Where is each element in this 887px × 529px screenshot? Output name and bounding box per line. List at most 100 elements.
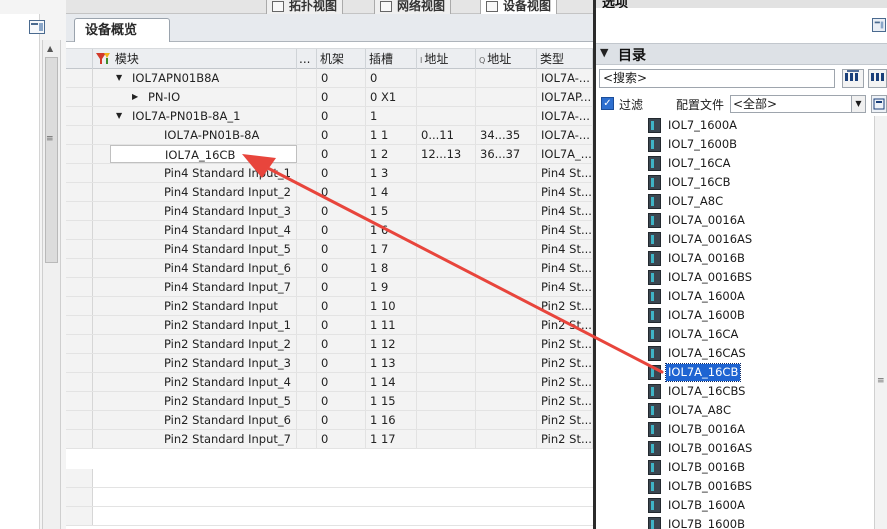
table-row[interactable]: IOL7A-PN01B-8A 0 1 1 0...11 34...35 IOL7A-... (66, 126, 593, 145)
catalog-options-button[interactable] (871, 95, 887, 113)
tree-collapsed-icon[interactable]: ▶ (132, 88, 138, 106)
table-row[interactable]: Pin2 Standard Input_7 0 1 17 Pin2 St... (66, 430, 593, 449)
table-row[interactable]: Pin2 Standard Input_5 0 1 15 Pin2 St... (66, 392, 593, 411)
table-row[interactable]: Pin2 Standard Input_1 0 1 11 Pin2 St... (66, 316, 593, 335)
filter-checkbox[interactable]: ✓ (601, 97, 614, 110)
tab-network-view[interactable]: 网络视图 (374, 0, 452, 14)
module-filter-icon[interactable] (95, 51, 111, 65)
catalog-item[interactable]: IOL7B_0016B (648, 458, 868, 477)
header-rack[interactable]: 机架 (317, 49, 366, 69)
network-icon (380, 1, 392, 12)
header-more[interactable]: ... (297, 49, 317, 69)
type-cell: Pin2 St... (537, 392, 593, 410)
module-name-cell[interactable]: Pin4 Standard Input_2 (110, 183, 297, 201)
module-name-cell[interactable]: IOL7A-PN01B-8A_1 (110, 107, 297, 125)
header-q-address[interactable]: Q 地址 (476, 49, 537, 69)
header-module[interactable]: 模块 (93, 49, 297, 69)
catalog-search-input[interactable]: <搜索> (599, 69, 835, 88)
catalog-vscroll[interactable]: ≡ (874, 116, 887, 529)
module-name-cell[interactable]: Pin4 Standard Input_3 (110, 202, 297, 220)
module-icon (648, 441, 661, 456)
catalog-item[interactable]: IOL7A_0016AS (648, 230, 868, 249)
catalog-item[interactable]: IOL7A_16CA (648, 325, 868, 344)
table-row[interactable]: IOL7A-PN01B-8A_1 ▼ 0 1 IOL7A-... (66, 107, 593, 126)
table-row[interactable]: Pin2 Standard Input_2 0 1 12 Pin2 St... (66, 335, 593, 354)
row-gutter (66, 354, 93, 372)
profile-select[interactable]: <全部> ▼ (730, 95, 866, 113)
table-row[interactable]: Pin4 Standard Input_1 0 1 3 Pin4 St... (66, 164, 593, 183)
catalog-item[interactable]: IOL7A_0016BS (648, 268, 868, 287)
device-overview-vscroll[interactable]: ▲ ≡ (42, 40, 61, 529)
module-name-cell[interactable]: Pin2 Standard Input_5 (110, 392, 297, 410)
module-name-cell[interactable]: Pin4 Standard Input_1 (110, 164, 297, 182)
module-name-cell[interactable]: Pin4 Standard Input_4 (110, 221, 297, 239)
catalog-item[interactable]: IOL7_16CB (648, 173, 868, 192)
search-down-button[interactable] (842, 69, 864, 88)
catalog-item[interactable]: IOL7A_A8C (648, 401, 868, 420)
module-name-cell[interactable]: Pin2 Standard Input_7 (110, 430, 297, 448)
scroll-thumb[interactable] (45, 57, 58, 263)
table-row[interactable]: PN-IO ▶ 0 0 X1 IOL7AP... (66, 88, 593, 107)
type-cell: IOL7A-... (537, 69, 593, 87)
catalog-item[interactable]: IOL7A_1600B (648, 306, 868, 325)
tab-device-view[interactable]: 设备视图 (480, 0, 558, 14)
tree-expanded-icon[interactable]: ▼ (116, 107, 122, 125)
table-row[interactable]: IOL7APN01B8A ▼ 0 0 IOL7A-... (66, 69, 593, 88)
table-row[interactable]: Pin2 Standard Input 0 1 10 Pin2 St... (66, 297, 593, 316)
module-name-cell[interactable]: Pin2 Standard Input_1 (110, 316, 297, 334)
catalog-item[interactable]: IOL7B_0016A (648, 420, 868, 439)
catalog-item[interactable]: IOL7B_1600B (648, 515, 868, 529)
chevron-down-icon[interactable]: ▼ (600, 46, 608, 59)
catalog-item[interactable]: IOL7_16CA (648, 154, 868, 173)
tab-device-overview[interactable]: 设备概览 (74, 18, 170, 43)
header-type[interactable]: 类型 (537, 49, 593, 69)
table-row[interactable]: IOL7A_16CB 0 1 2 12...13 36...37 IOL7A_... (66, 145, 593, 164)
catalog-item[interactable]: IOL7A_1600A (648, 287, 868, 306)
search-up-button[interactable] (868, 69, 887, 88)
table-row[interactable]: Pin4 Standard Input_6 0 1 8 Pin4 St... (66, 259, 593, 278)
module-name-cell[interactable]: Pin2 Standard Input_2 (110, 335, 297, 353)
q-address-cell (476, 88, 537, 106)
table-row[interactable]: Pin2 Standard Input_4 0 1 14 Pin2 St... (66, 373, 593, 392)
module-name-cell[interactable]: Pin4 Standard Input_6 (110, 259, 297, 277)
table-row[interactable]: Pin4 Standard Input_7 0 1 9 Pin4 St... (66, 278, 593, 297)
catalog-item[interactable]: IOL7_A8C (648, 192, 868, 211)
catalog-item[interactable]: IOL7_1600A (648, 116, 868, 135)
catalog-item[interactable]: IOL7A_0016B (648, 249, 868, 268)
tree-expanded-icon[interactable]: ▼ (116, 69, 122, 87)
module-name-cell[interactable]: IOL7A-PN01B-8A (110, 126, 297, 144)
table-row[interactable]: Pin2 Standard Input_3 0 1 13 Pin2 St... (66, 354, 593, 373)
catalog-item-label: IOL7B_0016AS (668, 441, 753, 455)
table-row[interactable]: Pin4 Standard Input_4 0 1 6 Pin4 St... (66, 221, 593, 240)
catalog-item[interactable]: IOL7B_1600A (648, 496, 868, 515)
catalog-item[interactable]: IOL7B_0016AS (648, 439, 868, 458)
module-name-cell[interactable]: Pin2 Standard Input_4 (110, 373, 297, 391)
pane-layout-icon[interactable] (872, 18, 886, 32)
module-name-cell[interactable]: Pin2 Standard Input (110, 297, 297, 315)
module-name-cell[interactable]: IOL7APN01B8A (110, 69, 297, 87)
catalog-section-header[interactable]: ▼ 目录 (596, 43, 887, 65)
slot-cell: 1 6 (366, 221, 417, 239)
table-row[interactable]: Pin2 Standard Input_6 0 1 16 Pin2 St... (66, 411, 593, 430)
catalog-item[interactable]: IOL7_1600B (648, 135, 868, 154)
dropdown-arrow-icon[interactable]: ▼ (851, 96, 865, 112)
header-i-address[interactable]: I 地址 (417, 49, 476, 69)
scroll-up-icon[interactable]: ▲ (47, 44, 53, 53)
module-name-cell[interactable]: Pin2 Standard Input_3 (110, 354, 297, 372)
tab-topology-view[interactable]: 拓扑视图 (266, 0, 344, 14)
catalog-item[interactable]: IOL7A_16CAS (648, 344, 868, 363)
table-row[interactable]: Pin4 Standard Input_5 0 1 7 Pin4 St... (66, 240, 593, 259)
panel-toggle-icon[interactable] (29, 20, 45, 34)
module-name-cell[interactable]: Pin4 Standard Input_7 (110, 278, 297, 296)
catalog-item[interactable]: IOL7A_16CBS (648, 382, 868, 401)
catalog-item[interactable]: IOL7A_16CB (648, 363, 868, 382)
left-panel (0, 14, 40, 529)
module-name-cell[interactable]: IOL7A_16CB (110, 145, 297, 163)
module-name-cell[interactable]: Pin4 Standard Input_5 (110, 240, 297, 258)
catalog-item[interactable]: IOL7B_0016BS (648, 477, 868, 496)
catalog-item[interactable]: IOL7A_0016A (648, 211, 868, 230)
table-row[interactable]: Pin4 Standard Input_2 0 1 4 Pin4 St... (66, 183, 593, 202)
header-slot[interactable]: 插槽 (366, 49, 417, 69)
table-row[interactable]: Pin4 Standard Input_3 0 1 5 Pin4 St... (66, 202, 593, 221)
module-name-cell[interactable]: Pin2 Standard Input_6 (110, 411, 297, 429)
